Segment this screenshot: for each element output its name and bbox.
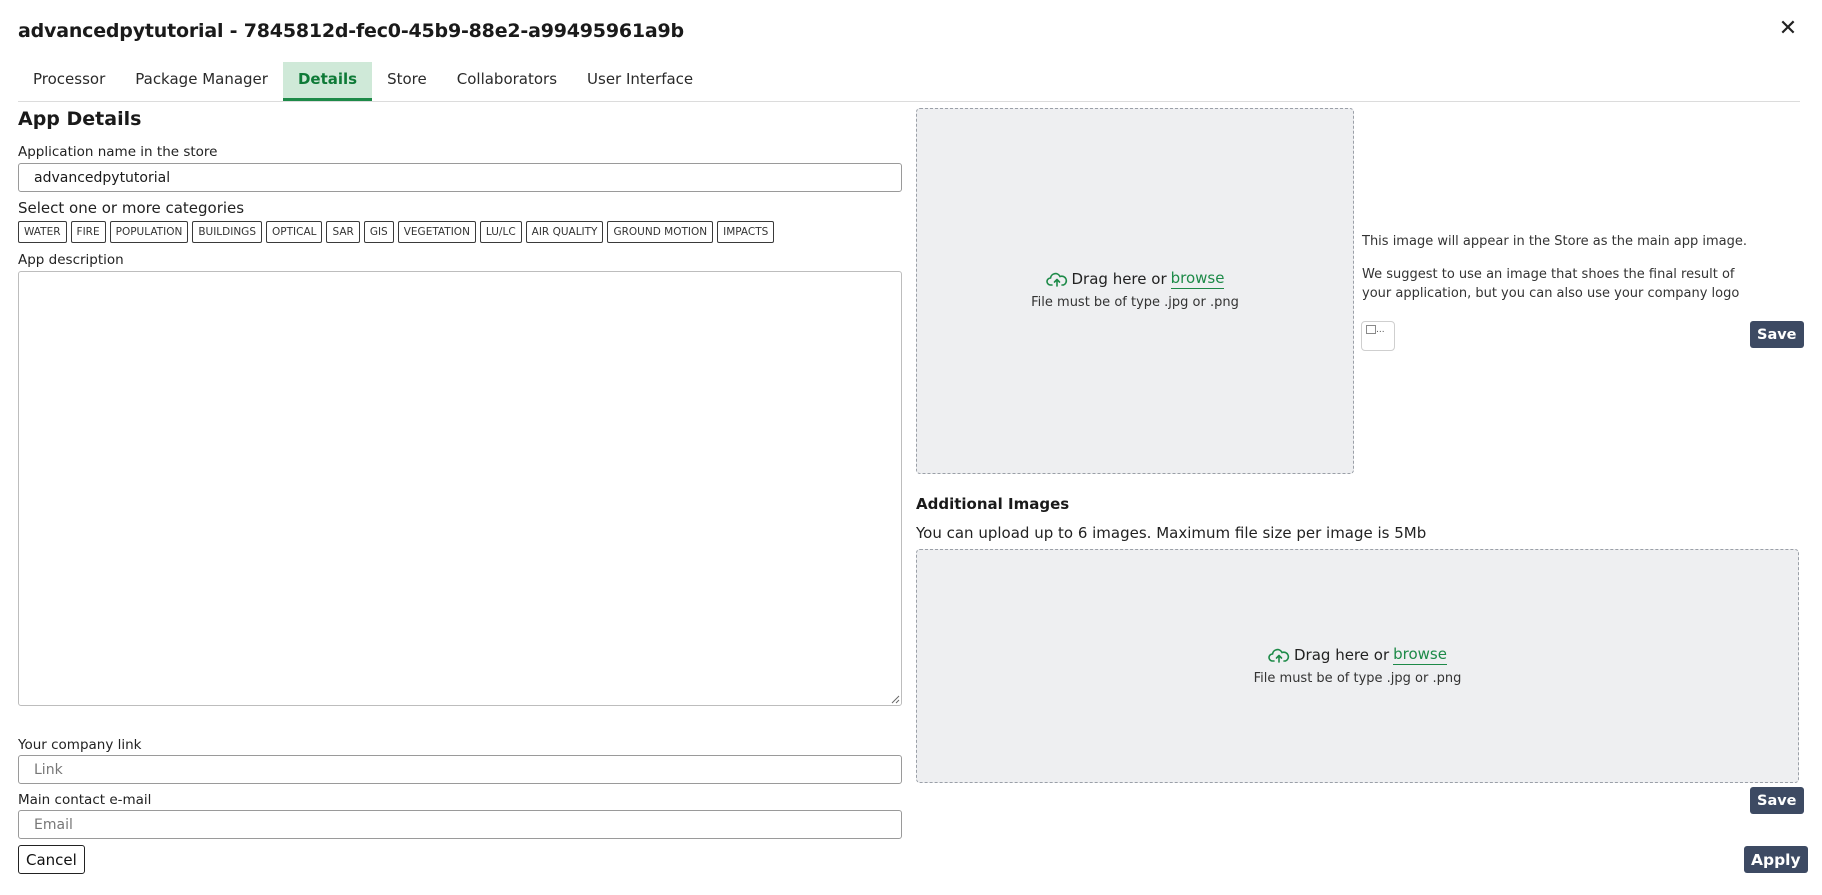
tab-store[interactable]: Store xyxy=(372,62,442,101)
category-chip-population[interactable]: POPULATION xyxy=(109,221,189,243)
cloud-upload-icon xyxy=(1045,272,1067,287)
additional-images-heading: Additional Images xyxy=(916,495,1070,513)
main-image-dropzone[interactable]: Drag here or browse File must be of type… xyxy=(916,108,1354,474)
category-chip-vegetation[interactable]: VEGETATION xyxy=(397,221,476,243)
main-image-save-button[interactable]: Save xyxy=(1750,321,1804,348)
additional-images-dropzone[interactable]: Drag here or browse File must be of type… xyxy=(916,549,1799,783)
category-chip-air-quality[interactable]: AIR QUALITY xyxy=(525,221,604,243)
app-name-input[interactable] xyxy=(18,163,902,192)
cloud-upload-icon xyxy=(1268,648,1290,663)
contact-email-input[interactable] xyxy=(18,810,902,839)
tab-processor[interactable]: Processor xyxy=(18,62,120,101)
file-type-hint: File must be of type .jpg or .png xyxy=(1253,671,1462,686)
additional-images-save-button[interactable]: Save xyxy=(1750,787,1804,814)
category-chip-sar[interactable]: SAR xyxy=(326,221,360,243)
categories-label: Select one or more categories xyxy=(18,199,245,217)
company-link-input[interactable] xyxy=(18,755,902,784)
apply-button[interactable]: Apply xyxy=(1744,846,1808,873)
file-type-hint: File must be of type .jpg or .png xyxy=(1031,295,1239,310)
tab-details[interactable]: Details xyxy=(282,62,373,101)
browse-link[interactable]: browse xyxy=(1393,645,1447,665)
dropzone-text: Drag here or xyxy=(1071,270,1167,288)
contact-email-label: Main contact e-mail xyxy=(18,792,152,808)
tab-collaborators[interactable]: Collaborators xyxy=(442,62,572,101)
company-link-label: Your company link xyxy=(18,737,142,753)
tab-package-manager[interactable]: Package Manager xyxy=(120,62,283,101)
browse-link[interactable]: browse xyxy=(1170,269,1225,289)
category-chip-optical[interactable]: OPTICAL xyxy=(266,221,323,243)
main-image-thumbnail: ... xyxy=(1361,321,1395,351)
app-name-label: Application name in the store xyxy=(18,144,218,160)
category-chip-ground-motion[interactable]: GROUND MOTION xyxy=(607,221,714,243)
close-icon[interactable]: ✕ xyxy=(1775,16,1801,42)
dialog-title: advancedpytutorial - 7845812d-fec0-45b9-… xyxy=(18,20,684,42)
tab-user-interface[interactable]: User Interface xyxy=(572,62,708,101)
main-image-info-1: This image will appear in the Store as t… xyxy=(1362,234,1747,249)
category-chip-water[interactable]: WATER xyxy=(18,221,67,243)
additional-images-note: You can upload up to 6 images. Maximum f… xyxy=(916,524,1427,542)
section-heading-app-details: App Details xyxy=(18,108,142,130)
category-chip-impacts[interactable]: IMPACTS xyxy=(717,221,775,243)
thumbnail-alt-text: ... xyxy=(1376,325,1385,335)
app-description-label: App description xyxy=(18,252,124,268)
cancel-button[interactable]: Cancel xyxy=(18,845,85,874)
dropzone-text: Drag here or xyxy=(1294,646,1390,664)
category-list: WATER FIRE POPULATION BUILDINGS OPTICAL … xyxy=(18,221,775,243)
app-description-textarea[interactable] xyxy=(18,271,902,706)
main-image-info-2: We suggest to use an image that shoes th… xyxy=(1362,267,1740,301)
category-chip-buildings[interactable]: BUILDINGS xyxy=(192,221,262,243)
tab-bar: Processor Package Manager Details Store … xyxy=(18,62,1800,102)
category-chip-gis[interactable]: GIS xyxy=(363,221,394,243)
category-chip-fire[interactable]: FIRE xyxy=(70,221,106,243)
category-chip-lulc[interactable]: LU/LC xyxy=(479,221,522,243)
broken-image-icon xyxy=(1366,325,1376,334)
resize-handle-icon[interactable] xyxy=(890,694,900,704)
